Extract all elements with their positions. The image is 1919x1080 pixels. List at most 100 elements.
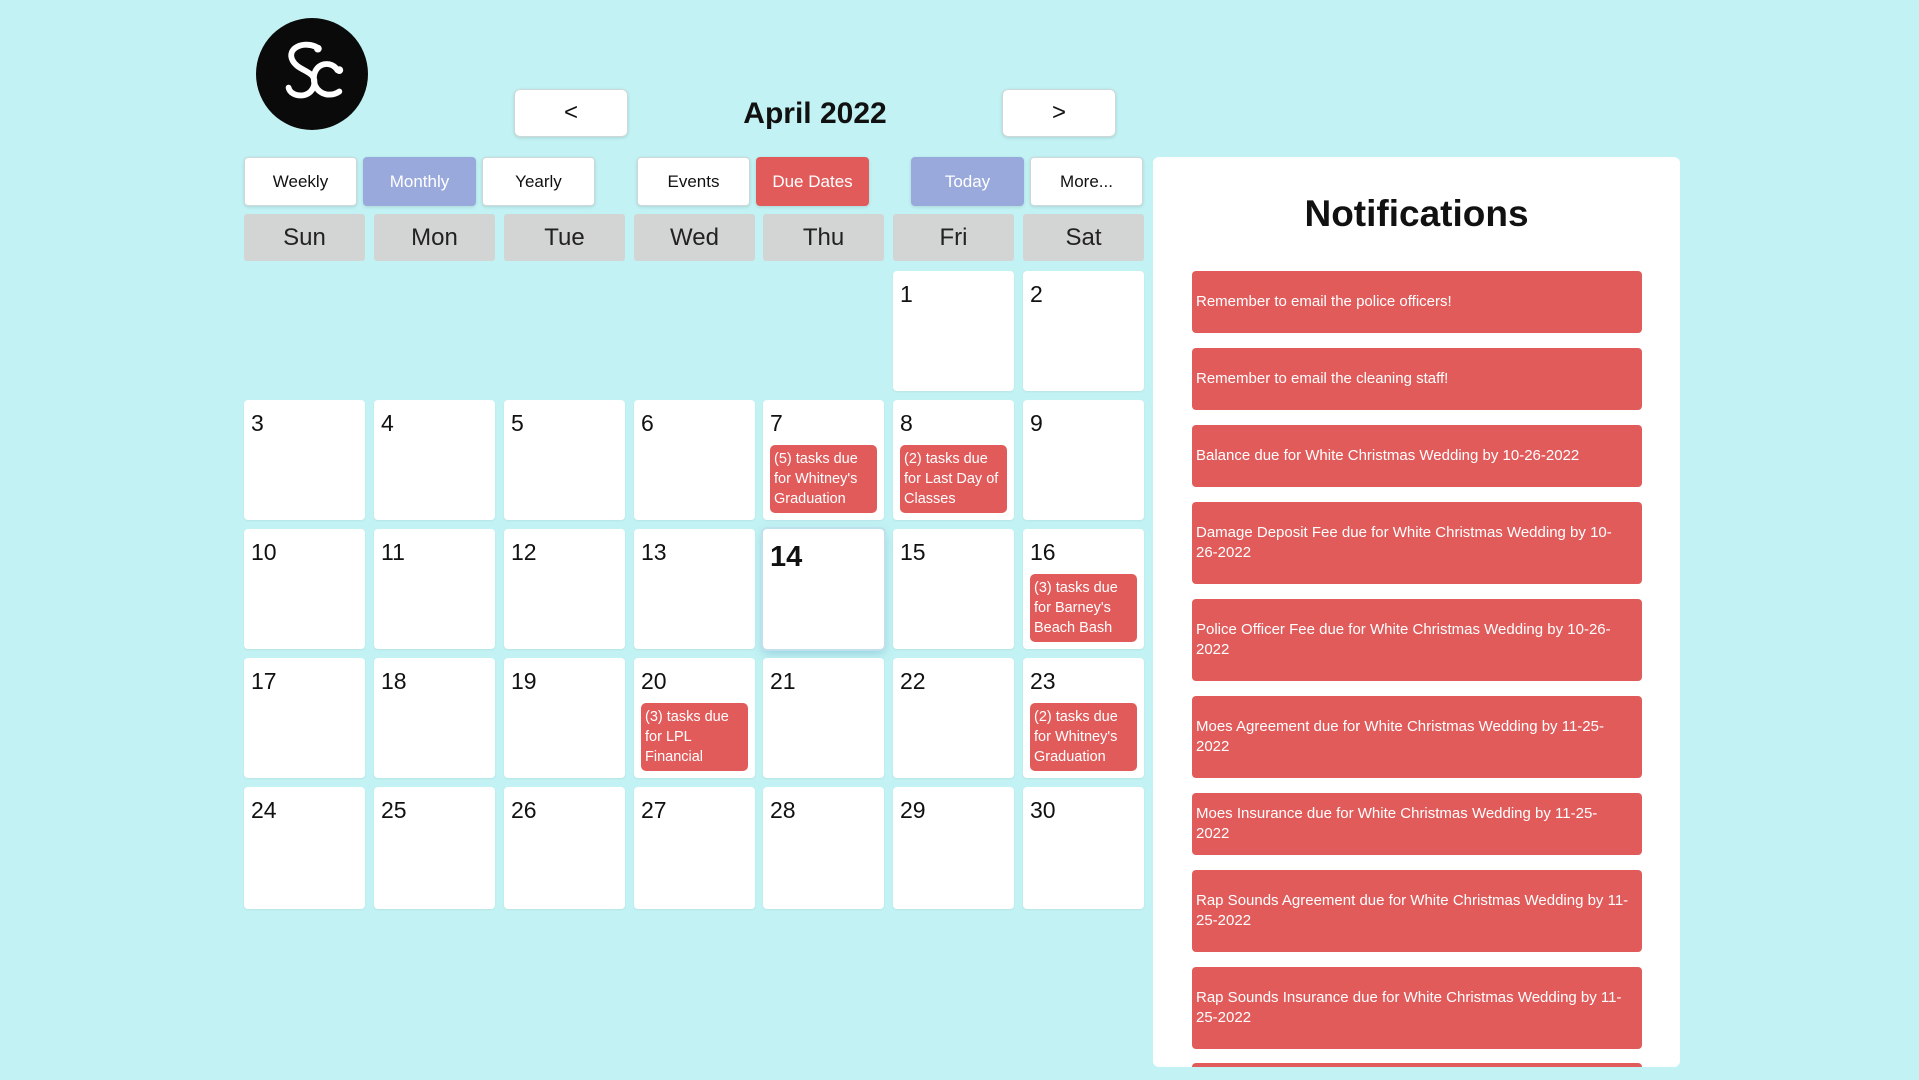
day-cell-7[interactable]: 7 (5) tasks due for Whitney's Graduation bbox=[763, 400, 884, 520]
day-cell-8[interactable]: 8 (2) tasks due for Last Day of Classes bbox=[893, 400, 1014, 520]
day-cell-15[interactable]: 15 bbox=[893, 529, 1014, 649]
notification-item[interactable]: Rap Sounds Insurance due for White Chris… bbox=[1192, 967, 1642, 1049]
day-number: 4 bbox=[381, 410, 394, 436]
notification-text: Rap Sounds Agreement due for White Chris… bbox=[1196, 892, 1629, 929]
day-number: 2 bbox=[1030, 281, 1043, 307]
day-number: 16 bbox=[1030, 539, 1056, 565]
day-cell-24[interactable]: 24 bbox=[244, 787, 365, 909]
task-badge[interactable]: (2) tasks due for Whitney's Graduation bbox=[1030, 703, 1137, 771]
notification-item[interactable]: Remember to email the police officers! bbox=[1192, 271, 1642, 333]
day-cell-30[interactable]: 30 bbox=[1023, 787, 1144, 909]
day-number: 29 bbox=[900, 797, 926, 823]
weekday-header-sun: Sun bbox=[244, 214, 365, 261]
notification-item[interactable]: Police Officer Fee due for White Christm… bbox=[1192, 599, 1642, 681]
day-number: 10 bbox=[251, 539, 277, 565]
notification-text: Rap Sounds Insurance due for White Chris… bbox=[1196, 989, 1622, 1026]
day-number: 9 bbox=[1030, 410, 1043, 436]
day-cell-20[interactable]: 20 (3) tasks due for LPL Financial bbox=[634, 658, 755, 778]
weekday-header-thu: Thu bbox=[763, 214, 884, 261]
notification-text: Balance due for White Christmas Wedding … bbox=[1196, 447, 1580, 464]
events-filter-button[interactable]: Events bbox=[637, 157, 750, 206]
day-cell-16[interactable]: 16 (3) tasks due for Barney's Beach Bash bbox=[1023, 529, 1144, 649]
day-number: 21 bbox=[770, 668, 796, 694]
day-number: 15 bbox=[900, 539, 926, 565]
day-number: 8 bbox=[900, 410, 913, 436]
day-cell-5[interactable]: 5 bbox=[504, 400, 625, 520]
day-cell-29[interactable]: 29 bbox=[893, 787, 1014, 909]
day-cell-14-today[interactable]: 14 bbox=[763, 529, 884, 649]
calendar-app: < April 2022 > Weekly Monthly Yearly Eve… bbox=[0, 0, 1919, 1080]
day-number: 20 bbox=[641, 668, 667, 694]
day-cell-23[interactable]: 23 (2) tasks due for Whitney's Graduatio… bbox=[1023, 658, 1144, 778]
notifications-panel: Notifications Remember to email the poli… bbox=[1153, 157, 1680, 1067]
monthly-view-button[interactable]: Monthly bbox=[363, 157, 476, 206]
day-number: 23 bbox=[1030, 668, 1056, 694]
day-cell-25[interactable]: 25 bbox=[374, 787, 495, 909]
notification-item[interactable]: Rap Sounds Agreement due for White Chris… bbox=[1192, 870, 1642, 952]
day-cell-19[interactable]: 19 bbox=[504, 658, 625, 778]
sc-monogram-icon bbox=[285, 41, 344, 99]
weekday-header-fri: Fri bbox=[893, 214, 1014, 261]
yearly-view-button[interactable]: Yearly bbox=[482, 157, 595, 206]
weekday-header-sat: Sat bbox=[1023, 214, 1144, 261]
day-cell-2[interactable]: 2 bbox=[1023, 271, 1144, 391]
day-cell-26[interactable]: 26 bbox=[504, 787, 625, 909]
day-number: 19 bbox=[511, 668, 537, 694]
day-number: 18 bbox=[381, 668, 407, 694]
day-cell-21[interactable]: 21 bbox=[763, 658, 884, 778]
task-badge[interactable]: (3) tasks due for LPL Financial bbox=[641, 703, 748, 771]
weekly-view-button[interactable]: Weekly bbox=[244, 157, 357, 206]
day-number: 28 bbox=[770, 797, 796, 823]
day-cell-10[interactable]: 10 bbox=[244, 529, 365, 649]
day-cell-27[interactable]: 27 bbox=[634, 787, 755, 909]
day-number: 3 bbox=[251, 410, 264, 436]
day-cell-1[interactable]: 1 bbox=[893, 271, 1014, 391]
notification-text: Remember to email the police officers! bbox=[1196, 293, 1452, 310]
notification-item[interactable]: Remember to email the cleaning staff! bbox=[1192, 348, 1642, 410]
day-number: 13 bbox=[641, 539, 667, 565]
day-number: 1 bbox=[900, 281, 913, 307]
day-cell-11[interactable]: 11 bbox=[374, 529, 495, 649]
day-cell-22[interactable]: 22 bbox=[893, 658, 1014, 778]
prev-month-button[interactable]: < bbox=[514, 89, 628, 137]
notification-item[interactable]: Moes Agreement due for White Christmas W… bbox=[1192, 696, 1642, 778]
day-cell-6[interactable]: 6 bbox=[634, 400, 755, 520]
day-number: 30 bbox=[1030, 797, 1056, 823]
task-badge[interactable]: (5) tasks due for Whitney's Graduation bbox=[770, 445, 877, 513]
day-number: 5 bbox=[511, 410, 524, 436]
task-badge[interactable]: (2) tasks due for Last Day of Classes bbox=[900, 445, 1007, 513]
day-cell-9[interactable]: 9 bbox=[1023, 400, 1144, 520]
notification-item[interactable]: Moes Insurance due for White Christmas W… bbox=[1192, 793, 1642, 855]
day-number: 27 bbox=[641, 797, 667, 823]
notifications-title: Notifications bbox=[1304, 193, 1529, 234]
day-number: 11 bbox=[381, 539, 405, 565]
weekday-header-tue: Tue bbox=[504, 214, 625, 261]
weekday-header-wed: Wed bbox=[634, 214, 755, 261]
notification-text: Police Officer Fee due for White Christm… bbox=[1196, 621, 1611, 658]
day-number: 24 bbox=[251, 797, 277, 823]
day-cell-13[interactable]: 13 bbox=[634, 529, 755, 649]
today-button[interactable]: Today bbox=[911, 157, 1024, 206]
day-number: 22 bbox=[900, 668, 926, 694]
day-cell-12[interactable]: 12 bbox=[504, 529, 625, 649]
notification-item-partial[interactable] bbox=[1192, 1063, 1642, 1067]
notification-text: Moes Insurance due for White Christmas W… bbox=[1196, 805, 1598, 842]
day-number: 26 bbox=[511, 797, 537, 823]
task-badge[interactable]: (3) tasks due for Barney's Beach Bash bbox=[1030, 574, 1137, 642]
weekday-header-mon: Mon bbox=[374, 214, 495, 261]
notification-text: Damage Deposit Fee due for White Christm… bbox=[1196, 524, 1612, 561]
day-cell-4[interactable]: 4 bbox=[374, 400, 495, 520]
notification-text: Moes Agreement due for White Christmas W… bbox=[1196, 718, 1604, 755]
more-button[interactable]: More... bbox=[1030, 157, 1143, 206]
day-cell-3[interactable]: 3 bbox=[244, 400, 365, 520]
day-number: 7 bbox=[770, 410, 783, 436]
day-number: 25 bbox=[381, 797, 407, 823]
notification-item[interactable]: Balance due for White Christmas Wedding … bbox=[1192, 425, 1642, 487]
notification-item[interactable]: Damage Deposit Fee due for White Christm… bbox=[1192, 502, 1642, 584]
day-cell-18[interactable]: 18 bbox=[374, 658, 495, 778]
day-cell-17[interactable]: 17 bbox=[244, 658, 365, 778]
next-month-button[interactable]: > bbox=[1002, 89, 1116, 137]
month-title: April 2022 bbox=[743, 97, 887, 130]
due-dates-filter-button[interactable]: Due Dates bbox=[756, 157, 869, 206]
day-cell-28[interactable]: 28 bbox=[763, 787, 884, 909]
